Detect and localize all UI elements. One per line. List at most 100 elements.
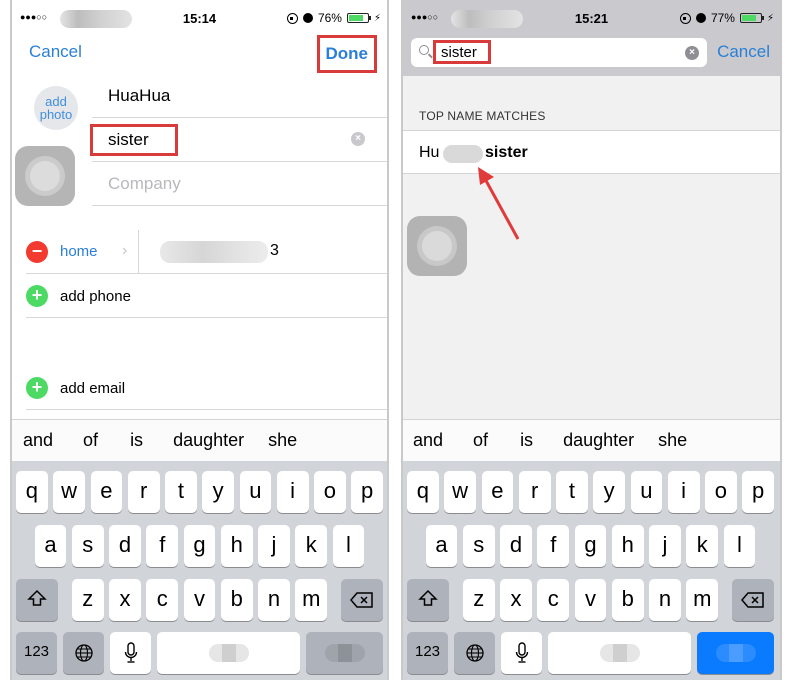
key-x[interactable]: x	[109, 579, 141, 621]
key-y[interactable]: y	[593, 471, 625, 513]
key-l[interactable]: l	[723, 525, 756, 567]
key-w[interactable]: w	[53, 471, 85, 513]
delete-key[interactable]	[732, 579, 774, 621]
chevron-right-icon[interactable]: ›	[122, 242, 127, 260]
key-a[interactable]: a	[425, 525, 458, 567]
add-icon[interactable]: +	[26, 285, 48, 307]
add-photo-button[interactable]: add photo	[34, 86, 78, 130]
first-name-field[interactable]: HuaHua	[92, 74, 387, 118]
search-key[interactable]	[697, 632, 774, 674]
key-p[interactable]: p	[351, 471, 383, 513]
done-button[interactable]: Done	[316, 35, 377, 73]
key-u[interactable]: u	[630, 471, 663, 513]
key-g[interactable]: g	[183, 525, 216, 567]
key-k[interactable]: k	[295, 525, 328, 567]
key-j[interactable]: j	[258, 525, 290, 567]
delete-phone-icon[interactable]: −	[26, 241, 48, 263]
key-s[interactable]: s	[462, 525, 495, 567]
search-result-row[interactable]: Hu sister	[403, 130, 780, 174]
clear-text-icon[interactable]: ×	[351, 132, 365, 146]
globe-key[interactable]	[63, 632, 104, 674]
key-w[interactable]: w	[444, 471, 476, 513]
key-r[interactable]: r	[127, 471, 160, 513]
key-f[interactable]: f	[537, 525, 570, 567]
key-e[interactable]: e	[90, 471, 123, 513]
key-q[interactable]: q	[407, 471, 439, 513]
key-a[interactable]: a	[34, 525, 67, 567]
key-g[interactable]: g	[574, 525, 607, 567]
key-x[interactable]: x	[500, 579, 532, 621]
key-r[interactable]: r	[518, 471, 551, 513]
suggestion[interactable]: of	[83, 430, 98, 451]
shift-key[interactable]	[407, 579, 449, 621]
suggestion[interactable]: she	[658, 430, 687, 451]
space-label-redacted	[599, 644, 640, 662]
key-c[interactable]: c	[146, 579, 179, 621]
suggestion[interactable]: of	[473, 430, 488, 451]
key-p[interactable]: p	[742, 471, 774, 513]
numbers-key[interactable]: 123	[407, 632, 448, 674]
key-m[interactable]: m	[686, 579, 719, 621]
key-j[interactable]: j	[649, 525, 681, 567]
key-n[interactable]: n	[258, 579, 290, 621]
key-k[interactable]: k	[686, 525, 719, 567]
key-o[interactable]: o	[314, 471, 346, 513]
suggestion[interactable]: she	[268, 430, 297, 451]
cancel-button[interactable]: Cancel	[29, 42, 82, 62]
key-v[interactable]: v	[183, 579, 216, 621]
key-z[interactable]: z	[71, 579, 104, 621]
key-q[interactable]: q	[16, 471, 48, 513]
key-f[interactable]: f	[146, 525, 179, 567]
space-key[interactable]	[548, 632, 691, 674]
key-c[interactable]: c	[537, 579, 570, 621]
key-i[interactable]: i	[667, 471, 700, 513]
key-d[interactable]: d	[109, 525, 141, 567]
add-email-row[interactable]: + add email	[26, 366, 387, 410]
search-input[interactable]: sister ×	[411, 38, 707, 67]
key-b[interactable]: b	[611, 579, 644, 621]
dictation-key[interactable]	[110, 632, 151, 674]
suggestion[interactable]: daughter	[563, 430, 634, 451]
key-l[interactable]: l	[332, 525, 365, 567]
phone-label-home[interactable]: home	[60, 243, 98, 260]
shift-key[interactable]	[16, 579, 58, 621]
suggestion[interactable]: daughter	[173, 430, 244, 451]
key-h[interactable]: h	[611, 525, 644, 567]
numbers-key[interactable]: 123	[16, 632, 57, 674]
key-y[interactable]: y	[202, 471, 234, 513]
suggestion[interactable]: and	[23, 430, 53, 451]
assistive-touch-button[interactable]	[15, 146, 75, 206]
delete-key[interactable]	[341, 579, 383, 621]
last-name-field[interactable]: sister ×	[90, 118, 387, 162]
assistive-touch-button[interactable]	[407, 216, 467, 276]
predictive-bar: and of is daughter she	[403, 419, 780, 461]
key-e[interactable]: e	[481, 471, 514, 513]
space-key[interactable]	[157, 632, 300, 674]
company-field[interactable]: Company	[92, 162, 387, 206]
suggestion[interactable]: and	[413, 430, 443, 451]
key-b[interactable]: b	[220, 579, 253, 621]
key-t[interactable]: t	[165, 471, 197, 513]
key-m[interactable]: m	[295, 579, 328, 621]
key-t[interactable]: t	[556, 471, 588, 513]
dictation-key[interactable]	[501, 632, 542, 674]
key-o[interactable]: o	[705, 471, 737, 513]
search-cancel-button[interactable]: Cancel	[717, 42, 770, 62]
result-name-match: sister	[485, 144, 528, 161]
key-z[interactable]: z	[462, 579, 495, 621]
suggestion[interactable]: is	[130, 430, 143, 451]
suggestion[interactable]: is	[520, 430, 533, 451]
key-n[interactable]: n	[649, 579, 681, 621]
return-key[interactable]	[306, 632, 383, 674]
clear-search-icon[interactable]: ×	[685, 46, 699, 60]
key-u[interactable]: u	[239, 471, 272, 513]
key-i[interactable]: i	[276, 471, 309, 513]
key-s[interactable]: s	[71, 525, 104, 567]
key-v[interactable]: v	[574, 579, 607, 621]
add-icon[interactable]: +	[26, 377, 48, 399]
add-phone-row[interactable]: + add phone	[26, 274, 387, 318]
globe-key[interactable]	[454, 632, 495, 674]
phone-number-redacted[interactable]	[160, 241, 268, 263]
key-d[interactable]: d	[500, 525, 532, 567]
key-h[interactable]: h	[220, 525, 253, 567]
